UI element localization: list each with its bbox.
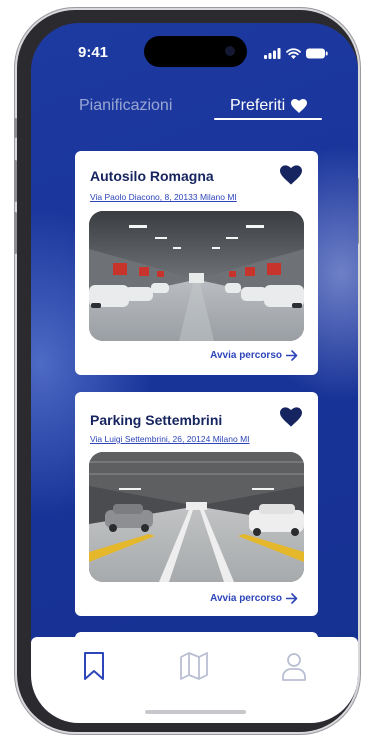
parking-name: Parking Settembrini: [90, 412, 223, 428]
status-time: 9:41: [78, 44, 109, 61]
heart-icon: [291, 99, 308, 113]
favorite-card[interactable]: Parking Settembrini Via Luigi Settembrin…: [75, 392, 318, 616]
heart-icon[interactable]: [280, 165, 302, 185]
tab-preferiti[interactable]: Preferiti: [230, 97, 308, 115]
parking-photo: [89, 211, 304, 341]
bookmark-icon[interactable]: [81, 650, 107, 682]
user-icon[interactable]: [281, 650, 307, 682]
map-icon[interactable]: [179, 650, 209, 682]
arrow-right-icon: [286, 350, 298, 361]
bottom-nav: [31, 637, 358, 723]
tab-pianificazioni[interactable]: Pianificazioni: [79, 97, 172, 115]
start-route-link[interactable]: Avvia percorso: [210, 350, 298, 361]
volume-down-button: [14, 212, 17, 254]
parking-address-link[interactable]: Via Luigi Settembrini, 26, 20124 Milano …: [90, 434, 250, 444]
parking-name: Autosilo Romagna: [90, 168, 214, 184]
app-screen: 9:41 Pianificazioni Preferiti Autosilo R…: [31, 23, 358, 723]
home-indicator[interactable]: [145, 710, 246, 714]
arrow-right-icon: [286, 593, 298, 604]
status-bar: 9:41: [31, 36, 358, 67]
tab-label: Pianificazioni: [79, 97, 173, 114]
volume-up-button: [14, 160, 17, 202]
parking-address-link[interactable]: Via Paolo Diacono, 8, 20133 Milano MI: [90, 192, 237, 202]
signal-icon: [264, 47, 281, 59]
camera-icon: [225, 46, 235, 56]
action-button: [14, 118, 17, 138]
favorite-card[interactable]: Autosilo Romagna Via Paolo Diacono, 8, 2…: [75, 151, 318, 375]
start-route-label: Avvia percorso: [210, 350, 282, 361]
start-route-link[interactable]: Avvia percorso: [210, 593, 298, 604]
battery-icon: [306, 48, 328, 58]
start-route-label: Avvia percorso: [210, 593, 282, 604]
status-icons: [264, 46, 328, 60]
parking-photo: [89, 452, 304, 582]
dynamic-island: [144, 36, 247, 67]
wifi-icon: [286, 47, 301, 59]
tab-label: Preferiti: [230, 97, 286, 114]
active-tab-indicator: [214, 118, 322, 120]
heart-icon[interactable]: [280, 407, 302, 427]
